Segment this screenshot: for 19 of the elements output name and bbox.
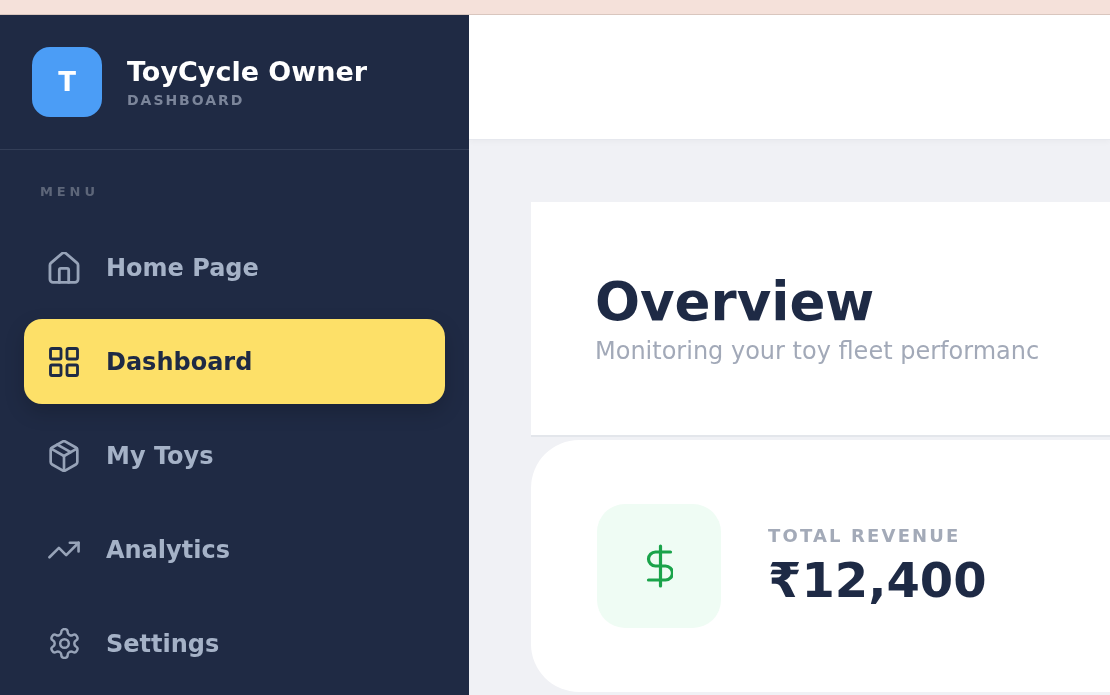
sidebar-item[interactable]: Home Page [24, 225, 445, 310]
app-subtitle: DASHBOARD [127, 91, 246, 109]
home-icon [48, 251, 80, 284]
logo: T [32, 47, 102, 117]
settings-icon [48, 628, 80, 659]
cube-icon [49, 439, 79, 472]
trend-up-icon [48, 540, 80, 559]
stat-value: ₹12,400 [768, 552, 987, 608]
sidebar-item[interactable]: Settings [24, 601, 445, 686]
page-subtitle: Monitoring your toy fleet performanc [595, 335, 1041, 367]
grid-icon [49, 346, 79, 377]
sidebar-item[interactable]: Analytics [24, 507, 445, 592]
stat-label: TOTAL REVENUE [768, 524, 962, 548]
menu-heading: MENU [39, 183, 100, 201]
sidebar-item[interactable]: My Toys [24, 413, 445, 498]
app-title: ToyCycle Owner [127, 55, 368, 89]
sidebar-item[interactable]: Dashboard [24, 319, 445, 404]
page-title: Overview [595, 270, 876, 333]
dollar-icon [597, 504, 721, 628]
